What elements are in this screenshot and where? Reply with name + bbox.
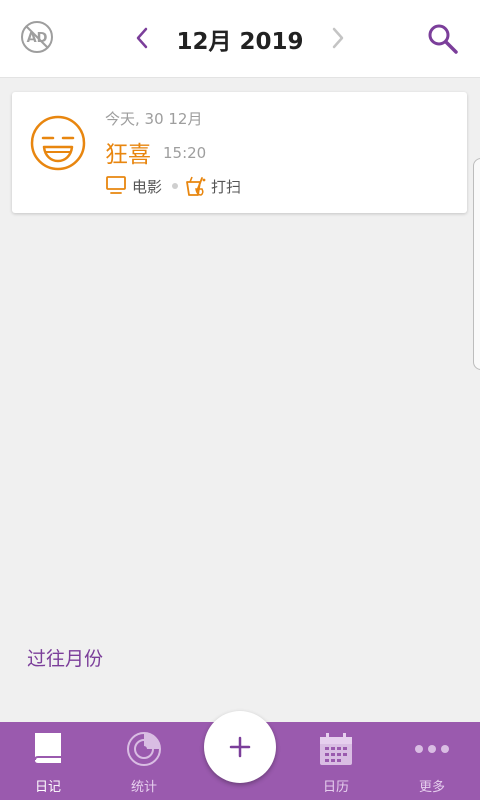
tab-label: 更多: [418, 780, 445, 795]
activity-label: 打扫: [211, 178, 242, 196]
entry-date: 今天, 30 12月: [105, 110, 203, 128]
tab-label: 日记: [34, 780, 61, 795]
tab-diary[interactable]: 日记: [0, 722, 96, 800]
chevron-left-icon[interactable]: [130, 24, 154, 52]
book-icon: [34, 733, 61, 763]
calendar-icon: [320, 733, 352, 765]
cleaning-bucket-icon: [186, 176, 206, 196]
tab-more[interactable]: 更多: [384, 722, 480, 800]
past-months-link[interactable]: 过往月份: [27, 644, 103, 671]
top-bar: AD 12月 2019: [0, 0, 480, 78]
more-dots-icon: [415, 745, 449, 753]
stats-disc-icon: [127, 732, 161, 766]
tab-calendar[interactable]: 日历: [288, 722, 384, 800]
svg-text:AD: AD: [27, 31, 48, 46]
activity-label: 电影: [132, 178, 163, 196]
plus-icon: [229, 736, 251, 758]
no-ads-icon[interactable]: AD: [20, 20, 54, 54]
entry-time: 15:20: [163, 144, 207, 162]
laughing-face-icon: [30, 115, 86, 171]
chevron-right-icon[interactable]: [326, 24, 350, 52]
tab-stats[interactable]: 统计: [96, 722, 192, 800]
mood-label: 狂喜: [105, 142, 151, 168]
tab-label: 日历: [322, 780, 349, 795]
tab-label: 统计: [130, 780, 157, 795]
add-entry-button[interactable]: [204, 711, 276, 783]
entry-card[interactable]: 今天, 30 12月 狂喜 15:20 电影 打扫: [12, 92, 467, 213]
month-title: 12月 2019: [176, 29, 304, 55]
search-icon[interactable]: [426, 22, 460, 56]
side-panel-handle[interactable]: [473, 158, 480, 370]
activity-separator-dot: [172, 183, 178, 189]
tv-icon: [106, 176, 126, 194]
